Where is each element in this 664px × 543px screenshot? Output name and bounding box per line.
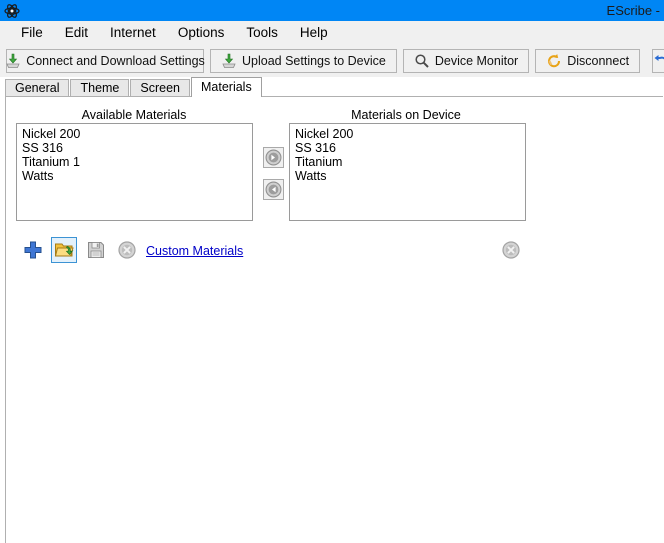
list-item[interactable]: Titanium 1 [20,155,252,169]
upload-settings-to-device-label: Upload Settings to Device [242,54,386,68]
tab-strip: General Theme Screen Materials [0,77,664,96]
list-item[interactable]: Watts [293,169,525,183]
arrow-left-circle-icon [265,181,282,198]
device-monitor-label: Device Monitor [435,54,518,68]
list-item[interactable]: Nickel 200 [20,127,252,141]
x-circle-icon [117,240,137,260]
disconnect-label: Disconnect [567,54,629,68]
main-toolbar: Connect and Download Settings Upload Set… [0,45,664,77]
available-materials-label: Available Materials [14,108,254,122]
disconnect-button[interactable]: Disconnect [535,49,640,73]
delete-device-material-button[interactable] [498,237,524,263]
title-bar: EScribe - [0,0,664,21]
blue-plus-icon [23,240,43,260]
atom-icon [4,3,20,19]
tab-materials[interactable]: Materials [191,77,262,97]
menu-item-help[interactable]: Help [289,23,339,42]
materials-tab-page: Available Materials Materials on Device … [5,96,663,543]
menu-bar: File Edit Internet Options Tools Help [0,21,664,45]
menu-item-edit[interactable]: Edit [54,23,99,42]
move-to-device-button[interactable] [263,147,284,168]
list-item[interactable]: SS 316 [20,141,252,155]
tab-general[interactable]: General [5,79,69,96]
upload-device-icon [221,53,237,69]
remove-from-device-button[interactable] [263,179,284,200]
materials-on-device-label: Materials on Device [286,108,526,122]
save-materials-button[interactable] [83,237,109,263]
add-material-button[interactable] [20,237,46,263]
connect-and-download-settings-label: Connect and Download Settings [26,54,205,68]
upload-settings-to-device-button[interactable]: Upload Settings to Device [210,49,397,73]
tab-theme[interactable]: Theme [70,79,129,96]
window-title: EScribe - [607,3,662,18]
list-item[interactable]: Watts [20,169,252,183]
menu-item-options[interactable]: Options [167,23,236,42]
menu-item-internet[interactable]: Internet [99,23,167,42]
download-device-icon [5,53,21,69]
magnifier-icon [414,53,430,69]
list-item[interactable]: SS 316 [293,141,525,155]
open-folder-icon [54,240,74,260]
device-monitor-button[interactable]: Device Monitor [403,49,529,73]
refresh-icon [546,53,562,69]
menu-item-file[interactable]: File [10,23,54,42]
undo-arrow-icon [653,53,664,69]
available-materials-listbox[interactable]: Nickel 200 SS 316 Titanium 1 Watts [16,123,253,221]
open-materials-file-button[interactable] [51,237,77,263]
undo-button[interactable] [652,49,664,73]
x-circle-icon [501,240,521,260]
arrow-right-circle-icon [265,149,282,166]
list-item[interactable]: Titanium [293,155,525,169]
floppy-disk-icon [86,240,106,260]
menu-item-tools[interactable]: Tools [235,23,289,42]
custom-materials-link[interactable]: Custom Materials [146,244,243,258]
tab-screen[interactable]: Screen [130,79,190,96]
delete-material-button[interactable] [114,237,140,263]
list-item[interactable]: Nickel 200 [293,127,525,141]
connect-and-download-settings-button[interactable]: Connect and Download Settings [6,49,204,73]
materials-on-device-listbox[interactable]: Nickel 200 SS 316 Titanium Watts [289,123,526,221]
